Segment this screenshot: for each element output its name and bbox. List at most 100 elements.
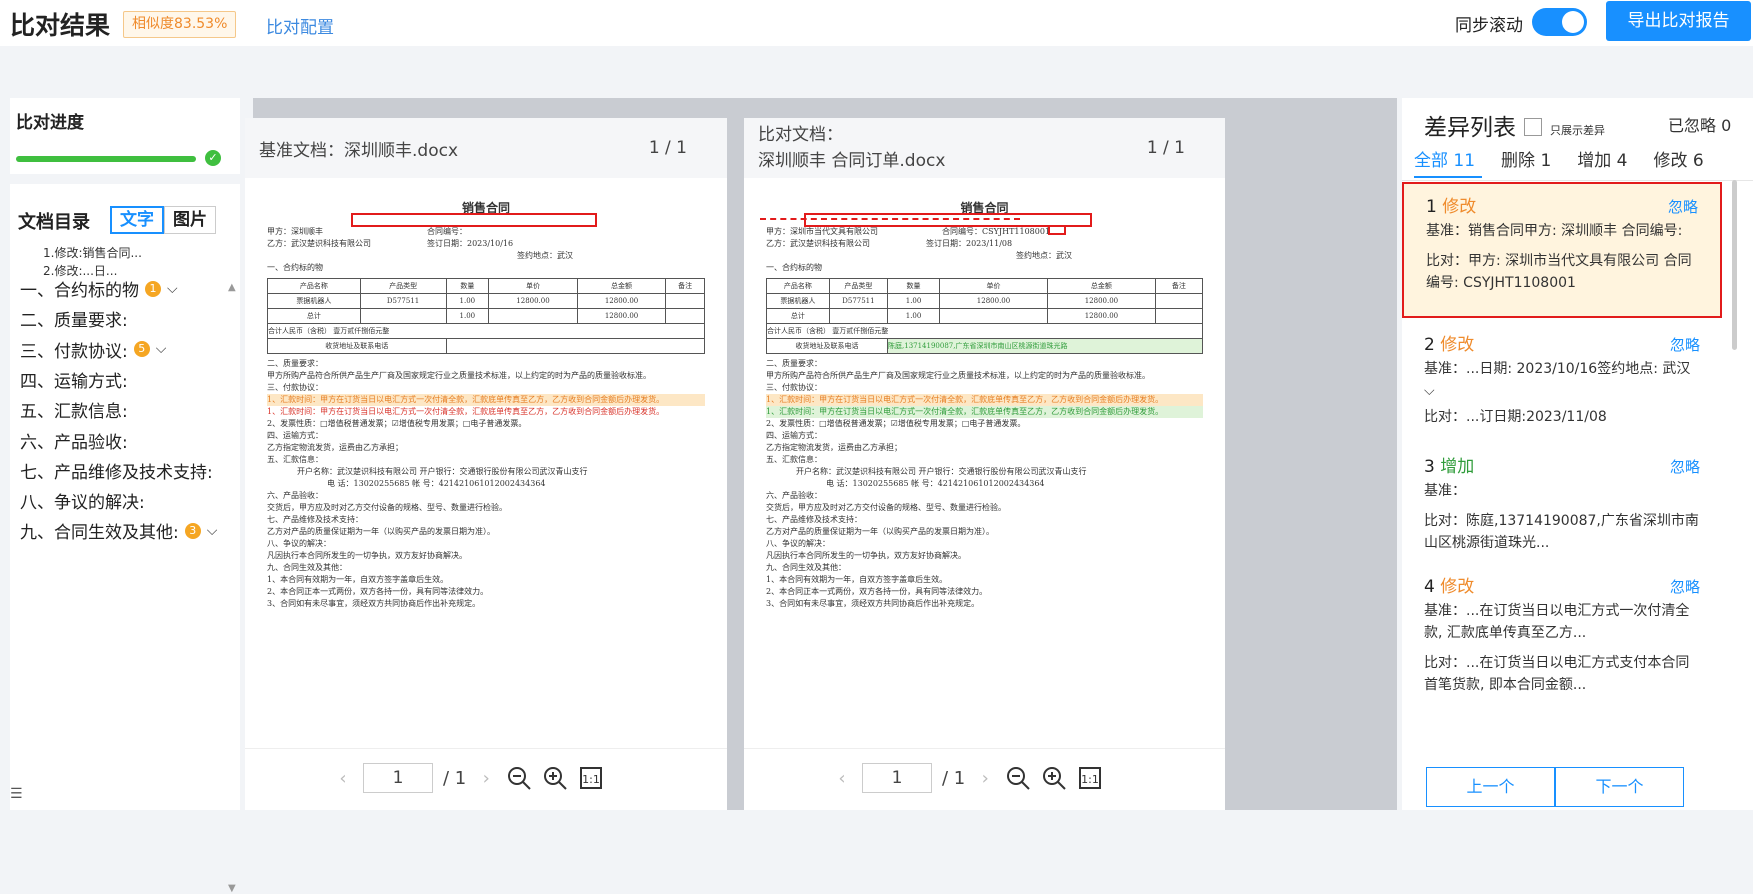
diff-base-text: 基准：...日期: 2023/10/16签约地点: 武汉 xyxy=(1424,361,1691,377)
toc-item[interactable]: 六、产品验收: xyxy=(20,428,128,453)
prev-page-icon[interactable]: ‹ xyxy=(832,768,852,789)
base-doc-page: 1 / 1 xyxy=(648,138,687,158)
sheet-section: 六、产品验收： xyxy=(267,491,323,500)
toc-item[interactable]: 五、汇款信息: xyxy=(20,397,128,422)
product-table: 产品名称 产品类型 数量 单价 总金额 备注 票据机器人 D577511 1.00 12800.0… xyxy=(267,278,705,354)
prev-diff-button[interactable]: 上一个 xyxy=(1426,767,1555,807)
actual-size-icon[interactable]: 1:1 xyxy=(1077,765,1103,791)
table-cell: 总计 xyxy=(766,308,830,324)
page-input[interactable]: 1 xyxy=(862,763,932,793)
zoom-out-icon[interactable] xyxy=(506,765,532,791)
toc-item[interactable]: 二、质量要求: xyxy=(20,306,128,331)
ignore-button[interactable]: 忽略 xyxy=(1670,334,1700,356)
table-cell xyxy=(665,293,705,309)
tab-added[interactable]: 增加 4 xyxy=(1577,146,1627,179)
ignore-button[interactable]: 忽略 xyxy=(1670,576,1700,598)
diff-item[interactable]: 3 增加 忽略 基准： 比对：陈庭,13714190087,广东省深圳市南山区桃源… xyxy=(1402,444,1722,566)
table-cell: 收货地址及联系电话 xyxy=(267,338,447,354)
table-cell xyxy=(359,308,447,324)
diff-tabs: 全部 11 删除 1 增加 4 修改 6 xyxy=(1414,146,1730,179)
toc-item-label: 九、合同生效及其他: xyxy=(20,523,179,544)
sheet-line: 2、本合同正本一式两份，双方各持一份，具有同等法律效力。 xyxy=(766,587,988,596)
diff-list-scrollbar[interactable] xyxy=(1730,180,1738,600)
export-report-button[interactable]: 导出比对报告 xyxy=(1606,1,1751,41)
tab-all[interactable]: 全部 11 xyxy=(1414,146,1475,179)
ignored-count: 已忽略 0 xyxy=(1668,116,1732,135)
page-total: / 1 xyxy=(443,767,467,789)
next-diff-button[interactable]: 下一个 xyxy=(1555,767,1684,807)
toc-scrollbar[interactable]: ▲ ▼ xyxy=(228,282,238,894)
table-cell: 产品名称 xyxy=(267,278,361,294)
actual-size-icon[interactable]: 1:1 xyxy=(578,765,604,791)
toc-item[interactable]: 一、合约标的物 1 ⌵ xyxy=(20,276,178,301)
sheet-section: 二、质量要求： xyxy=(267,359,323,368)
scroll-down-icon[interactable]: ▼ xyxy=(228,883,236,894)
diff-highlight-box xyxy=(351,213,597,227)
svg-text:1:1: 1:1 xyxy=(582,773,600,786)
scroll-thumb[interactable] xyxy=(1732,180,1737,350)
ignore-button[interactable]: 忽略 xyxy=(1670,456,1700,478)
tab-deleted[interactable]: 删除 1 xyxy=(1501,146,1551,179)
compare-config-link[interactable]: 比对配置 xyxy=(266,13,334,38)
ignore-button[interactable]: 忽略 xyxy=(1668,196,1698,218)
sheet-line: 3、合同如有未尽事宜，须经双方共同协商后作出补充规定。 xyxy=(766,599,980,608)
sheet-line: 开户名称：武汉楚识科技有限公司 开户银行：交通银行股份有限公司武汉青山支行 xyxy=(297,467,588,476)
table-cell: 12800.00 xyxy=(576,308,667,324)
collapse-menu-icon[interactable]: ☰ xyxy=(10,786,23,802)
scroll-up-icon[interactable]: ▲ xyxy=(228,282,236,293)
sheet-line: 乙方对产品的质量保证期为一年（以购买产品的发票日期为准）。 xyxy=(766,527,994,536)
only-diff-checkbox[interactable] xyxy=(1524,118,1542,136)
page-input[interactable]: 1 xyxy=(363,763,433,793)
diff-connector-line xyxy=(760,218,1020,220)
base-document-pane: 基准文档：深圳顺丰.docx 1 / 1 销售合同 甲方：深圳顺丰 合同编号： … xyxy=(245,118,727,810)
zoom-out-icon[interactable] xyxy=(1005,765,1031,791)
sheet-line: 1、本合同有效期为一年，自双方签字盖章后生效。 xyxy=(766,575,948,584)
toc-item[interactable]: 七、产品维修及技术支持: xyxy=(20,458,213,483)
diff-count-badge: 3 xyxy=(184,522,201,539)
toc-tab-text[interactable]: 文字 xyxy=(110,206,164,234)
toc-item[interactable]: 九、合同生效及其他: 3 ⌵ xyxy=(20,518,217,543)
check-icon: ✓ xyxy=(205,150,221,166)
diff-item[interactable]: 2 修改 忽略 基准：...日期: 2023/10/16签约地点: 武汉 ⌵ 比对… xyxy=(1402,322,1722,440)
toc-item[interactable]: 八、争议的解决: xyxy=(20,488,145,513)
sheet-line: 乙方指定物流发货，运费由乙方承担； xyxy=(766,443,902,452)
product-table: 产品名称 产品类型 数量 单价 总金额 备注 票据机器人 D577511 1.00 12800.0… xyxy=(766,278,1203,354)
next-page-icon[interactable]: › xyxy=(975,768,995,789)
toc-tabs: 文字 图片 xyxy=(110,206,216,234)
next-page-icon[interactable]: › xyxy=(476,768,496,789)
sheet-section: 六、产品验收： xyxy=(766,491,822,500)
prev-page-icon[interactable]: ‹ xyxy=(333,768,353,789)
chevron-down-icon[interactable]: ⌵ xyxy=(207,523,218,539)
toc-sub-item[interactable]: 1.修改:销售合同... xyxy=(43,244,142,261)
diff-item[interactable]: 4 修改 忽略 基准：...在订货当日以电汇方式一次付清全款, 汇款底单传真至乙方… xyxy=(1402,564,1722,708)
sheet-section: 八、争议的解决： xyxy=(267,539,331,548)
chevron-down-icon[interactable]: ⌵ xyxy=(1424,380,1700,402)
toc-item-label: 六、产品验收: xyxy=(20,432,128,453)
base-doc-pager: ‹ 1 / 1 › 1:1 xyxy=(333,763,604,793)
progress-bar xyxy=(16,156,196,162)
diff-list: 1 修改 忽略 基准：销售合同甲方: 深圳顺丰 合同编号: 比对：甲方: 深圳市当… xyxy=(1402,182,1742,757)
sheet-line: 1、本合同有效期为一年，自双方签字盖章后生效。 xyxy=(267,575,449,584)
table-cell: 陈庭,13714190087,广东省深圳市南山区桃源街道珠光路 xyxy=(887,338,1203,354)
toc-item-label: 三、付款协议: xyxy=(20,341,128,362)
left-panel: 比对进度 ✓ 文档目录 文字 图片 1.修改:销售合同... 2.修改:...日… xyxy=(10,98,240,894)
zoom-in-icon[interactable] xyxy=(542,765,568,791)
sheet-line: 甲方所购产品符合所供产品生产厂商及国家规定行业之质量技术标准，以上约定的时为产品… xyxy=(766,371,1150,380)
zoom-in-icon[interactable] xyxy=(1041,765,1067,791)
toggle-knob xyxy=(1562,11,1584,33)
toc-item[interactable]: 四、运输方式: xyxy=(20,367,128,392)
chevron-down-icon[interactable]: ⌵ xyxy=(156,341,167,357)
sheet-section: 八、争议的解决： xyxy=(766,539,830,548)
toc-item[interactable]: 三、付款协议: 5 ⌵ xyxy=(20,337,166,362)
page-title: 比对结果 xyxy=(10,11,111,40)
sheet-line: 2、发票性质：□增值税普通发票；☑增值税专用发票；□电子普通发票。 xyxy=(766,419,1026,428)
table-cell: 12800.00 xyxy=(488,293,578,309)
tab-modified[interactable]: 修改 6 xyxy=(1654,146,1704,179)
sync-scroll-toggle[interactable] xyxy=(1532,8,1587,36)
chevron-down-icon[interactable]: ⌵ xyxy=(167,281,178,297)
table-cell xyxy=(1154,293,1203,309)
table-cell: 1.00 xyxy=(887,308,941,324)
diff-item[interactable]: 1 修改 忽略 基准：销售合同甲方: 深圳顺丰 合同编号: 比对：甲方: 深圳市当… xyxy=(1402,182,1722,318)
toc-tab-image[interactable]: 图片 xyxy=(164,206,216,234)
table-cell xyxy=(665,308,705,324)
